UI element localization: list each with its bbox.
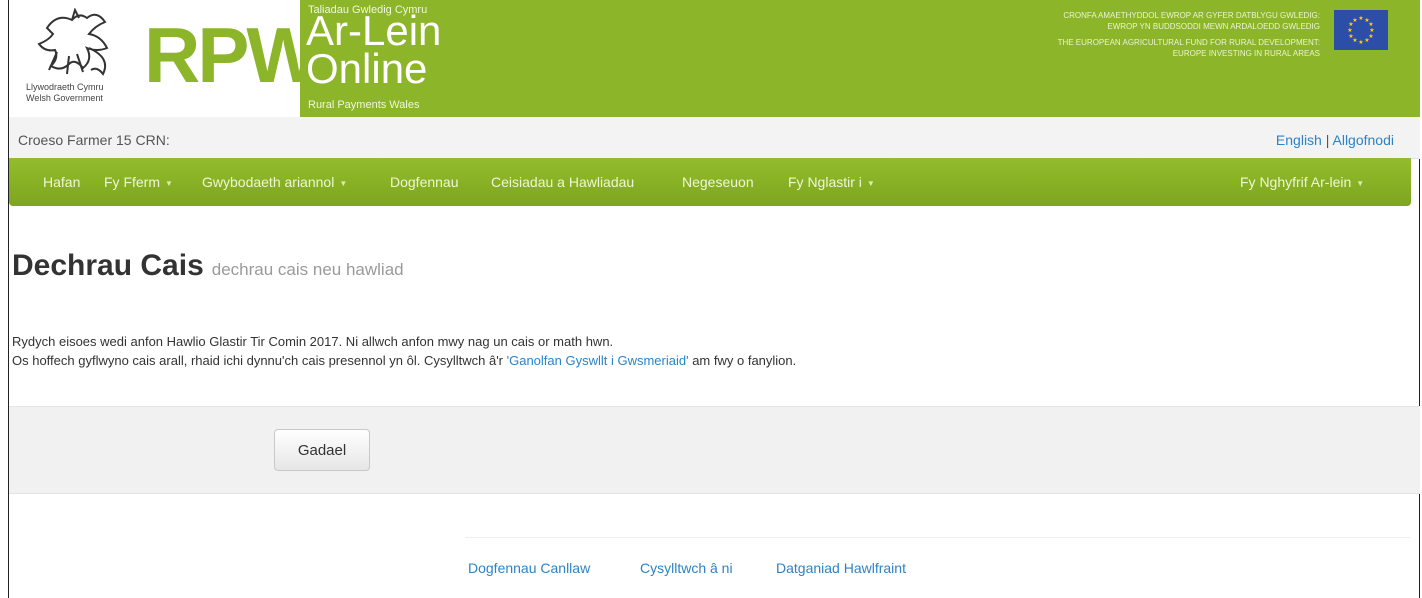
- customer-contact-centre-link[interactable]: 'Ganolfan Gyswllt i Gwsmeriaid': [507, 353, 689, 368]
- welsh-government-logo[interactable]: Llywodraeth Cymru Welsh Government: [9, 0, 129, 117]
- nav-item-home[interactable]: Hafan: [43, 174, 80, 190]
- user-bar: [9, 117, 1420, 159]
- footer-contact-link[interactable]: Cysylltwch â ni: [640, 560, 733, 576]
- leave-button[interactable]: Gadael: [274, 429, 370, 471]
- action-bar: [9, 406, 1420, 494]
- svg-text:★: ★: [1352, 17, 1357, 24]
- site-title: Ar-Lein Online: [306, 7, 442, 92]
- chevron-down-icon: ▼: [165, 178, 173, 188]
- footer-guidance-documents-link[interactable]: Dogfennau Canllaw: [468, 560, 590, 576]
- nav-item-applications-claims[interactable]: Ceisiadau a Hawliadau: [491, 174, 634, 190]
- site-subtitle: Rural Payments Wales: [308, 99, 420, 111]
- svg-text:★: ★: [1358, 39, 1363, 46]
- footer-copyright-link[interactable]: Datganiad Hawlfraint: [776, 560, 906, 576]
- rpw-logo[interactable]: RPW: [144, 10, 320, 100]
- chevron-down-icon: ▼: [866, 178, 875, 188]
- nav-item-my-farm[interactable]: Fy Fferm ▼: [104, 174, 173, 190]
- nav-item-my-glastir[interactable]: Fy Nglastir i ▼: [788, 174, 875, 190]
- svg-text:★: ★: [1348, 33, 1353, 40]
- nav-item-financial-info[interactable]: Gwybodaeth ariannol ▼: [202, 174, 347, 190]
- svg-text:★: ★: [1364, 37, 1369, 44]
- info-message: Rydych eisoes wedi anfon Hawlio Glastir …: [12, 334, 797, 368]
- page-title: Dechrau Cais dechrau cais neu hawliad: [12, 249, 404, 282]
- nav-item-my-account[interactable]: Fy Nghyfrif Ar-lein ▼: [1240, 174, 1364, 190]
- svg-text:★: ★: [1358, 15, 1363, 22]
- nav-item-documents[interactable]: Dogfennau: [390, 174, 459, 190]
- government-name: Llywodraeth Cymru Welsh Government: [26, 82, 104, 103]
- link-separator: |: [1325, 132, 1330, 148]
- user-links: English | Allgofnodi: [1276, 132, 1394, 148]
- english-link[interactable]: English: [1276, 132, 1322, 148]
- chevron-down-icon: ▼: [1356, 178, 1365, 188]
- logout-link[interactable]: Allgofnodi: [1333, 132, 1395, 148]
- eu-flag-icon: ★ ★ ★ ★ ★ ★ ★ ★ ★ ★ ★ ★: [1334, 10, 1388, 50]
- welcome-text: Croeso Farmer 15 CRN:: [18, 132, 170, 148]
- footer-divider: [465, 537, 1410, 538]
- svg-text:★: ★: [1347, 27, 1352, 34]
- page-subtitle: dechrau cais neu hawliad: [211, 260, 404, 279]
- eu-funding-text: Cronfa Amaethyddol Ewrop ar gyfer Datbly…: [1057, 11, 1320, 58]
- welsh-dragon-icon: [37, 8, 109, 76]
- nav-item-messages[interactable]: Negeseuon: [682, 174, 754, 190]
- chevron-down-icon: ▼: [339, 178, 348, 188]
